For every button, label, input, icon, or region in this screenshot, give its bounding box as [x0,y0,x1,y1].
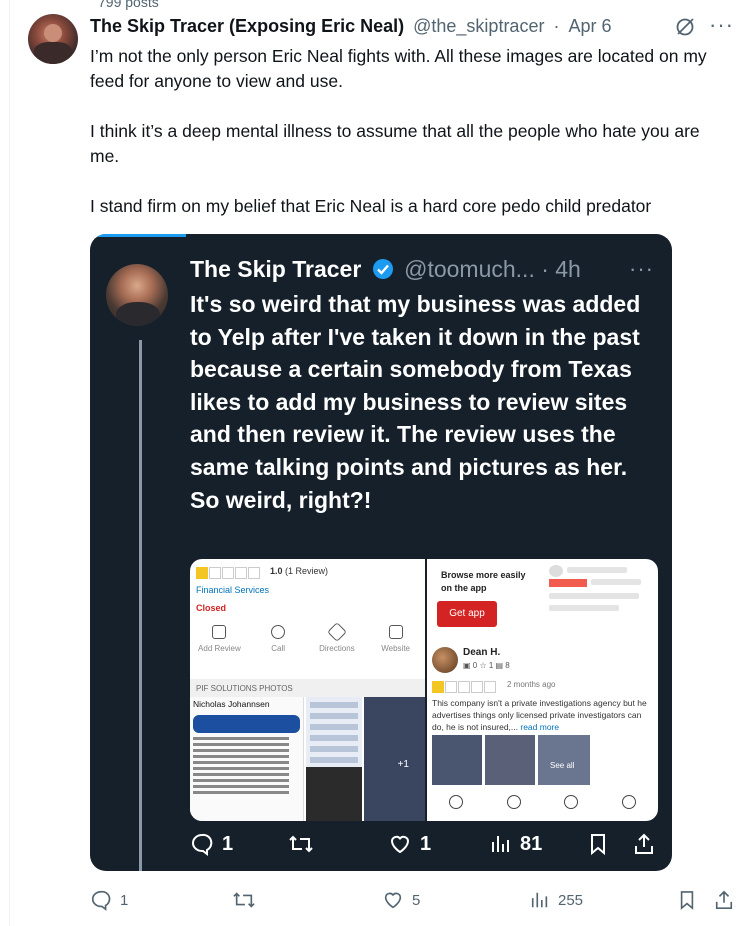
browse-prompt: Browse more easily on the app [441,570,526,593]
review-photo [432,735,482,785]
embedded-handle: @toomuch... [404,256,535,282]
embedded-screenshot: The Skip Tracer @toomuch... · 4h ··· It'… [90,234,672,871]
grok-icon[interactable] [674,16,696,38]
website-action: Website [371,625,421,653]
reply-count: 1 [120,891,129,909]
yelp-rating: 1.0 (1 Review) [270,566,328,576]
reviewer-name: Dean H. [463,647,501,658]
embedded-share [633,832,655,856]
review-stars [432,681,496,693]
photos-header: PIF SOLUTIONS PHOTOS [190,679,425,697]
views-button[interactable]: 255 [530,889,583,911]
photo-more-count: +1 [397,759,409,770]
embedded-like: 1 [388,832,431,856]
yelp-actions: Add Review Call Directions Website [190,622,425,653]
review-text: This company isn't a private investigati… [432,698,647,732]
phone-icon [271,625,286,639]
mini-rating-stars [549,579,587,587]
verified-badge-icon [372,259,393,279]
star-icon [212,625,227,639]
embedded-reply: 1 [190,832,233,856]
like-count: 5 [412,891,421,909]
review-photo [485,735,535,785]
bookmark-icon [591,834,605,856]
reviewer-stats: ▣ 0 ☆ 1 ▤ 8 [463,661,510,670]
external-link-icon [388,625,403,639]
progress-line [90,234,186,237]
heart-icon [384,892,402,909]
business-category: Financial Services [196,585,270,595]
add-review-action: Add Review [194,625,244,653]
embedded-author-name: The Skip Tracer [190,256,362,282]
embedded-repost [288,832,314,856]
yelp-rating-stars [196,567,260,579]
read-more-link: read more [520,722,560,732]
embedded-more-icon: ··· [629,256,654,281]
embedded-time: · 4h [541,256,581,282]
love-icon [564,795,579,809]
embedded-header: The Skip Tracer @toomuch... · 4h [190,256,581,283]
dot-separator: · [553,16,560,36]
author-name[interactable]: The Skip Tracer (Exposing Eric Neal) [90,16,404,36]
rating-value: 1.0 [270,566,283,576]
photo-thumbnail: +1 [364,697,425,821]
repost-icon [233,892,255,908]
reply-button[interactable]: 1 [90,889,128,911]
rating-count: (1 Review) [285,566,329,576]
reviewer-avatar [432,647,458,673]
call-action: Call [253,625,303,653]
helpful-icon [448,795,463,809]
reaction-icons [427,795,658,809]
get-app-button: Get app [437,601,497,627]
photo-caption: Nicholas Johannsen [193,699,270,709]
bookmark-icon [680,891,694,910]
reply-icon [92,890,111,911]
yelp-review-image: Browse more easily on the app Get app De… [427,559,658,821]
reply-icon [192,833,213,856]
heart-icon [390,835,410,854]
author-handle[interactable]: @the_skiptracer [413,16,544,36]
embedded-views: 81 [490,832,542,856]
review-date: 2 months ago [507,680,556,689]
review-photo: See all [538,735,590,785]
see-all-label: See all [550,761,575,770]
yelp-listing-image: 1.0 (1 Review) Financial Services Closed… [190,559,425,821]
like-button[interactable]: 5 [382,889,420,911]
embedded-bookmark [588,832,608,856]
timeline-border [9,0,10,926]
bookmark-button[interactable] [678,889,696,911]
post-text: I’m not the only person Eric Neal fights… [90,46,707,216]
photo-thumbnail [306,767,362,821]
directions-action: Directions [312,622,362,653]
embedded-action-bar: 1 1 81 [190,832,660,862]
business-status: Closed [196,603,227,613]
post-date[interactable]: Apr 6 [568,16,611,36]
thread-line [139,340,142,871]
post-action-bar: 1 5 255 [90,886,740,916]
share-icon [635,833,653,854]
post-header: The Skip Tracer (Exposing Eric Neal) @th… [90,16,720,40]
embedded-post-text: It's so weird that my business was added… [190,291,641,513]
avatar[interactable] [28,14,78,64]
embedded-avatar [106,264,168,326]
views-icon [531,892,548,908]
views-icon [492,836,509,852]
share-icon [715,890,733,909]
more-options-icon[interactable]: ··· [709,14,734,36]
post-count: 799 posts [98,0,159,10]
repost-button[interactable] [232,889,264,911]
directions-icon [326,622,347,642]
oh-no-icon [622,795,637,809]
view-count: 255 [558,891,584,909]
thanks-icon [506,795,521,809]
repost-icon [289,835,313,853]
share-button[interactable] [714,889,734,911]
photo-thumbnail: Nicholas Johannsen [190,697,304,821]
